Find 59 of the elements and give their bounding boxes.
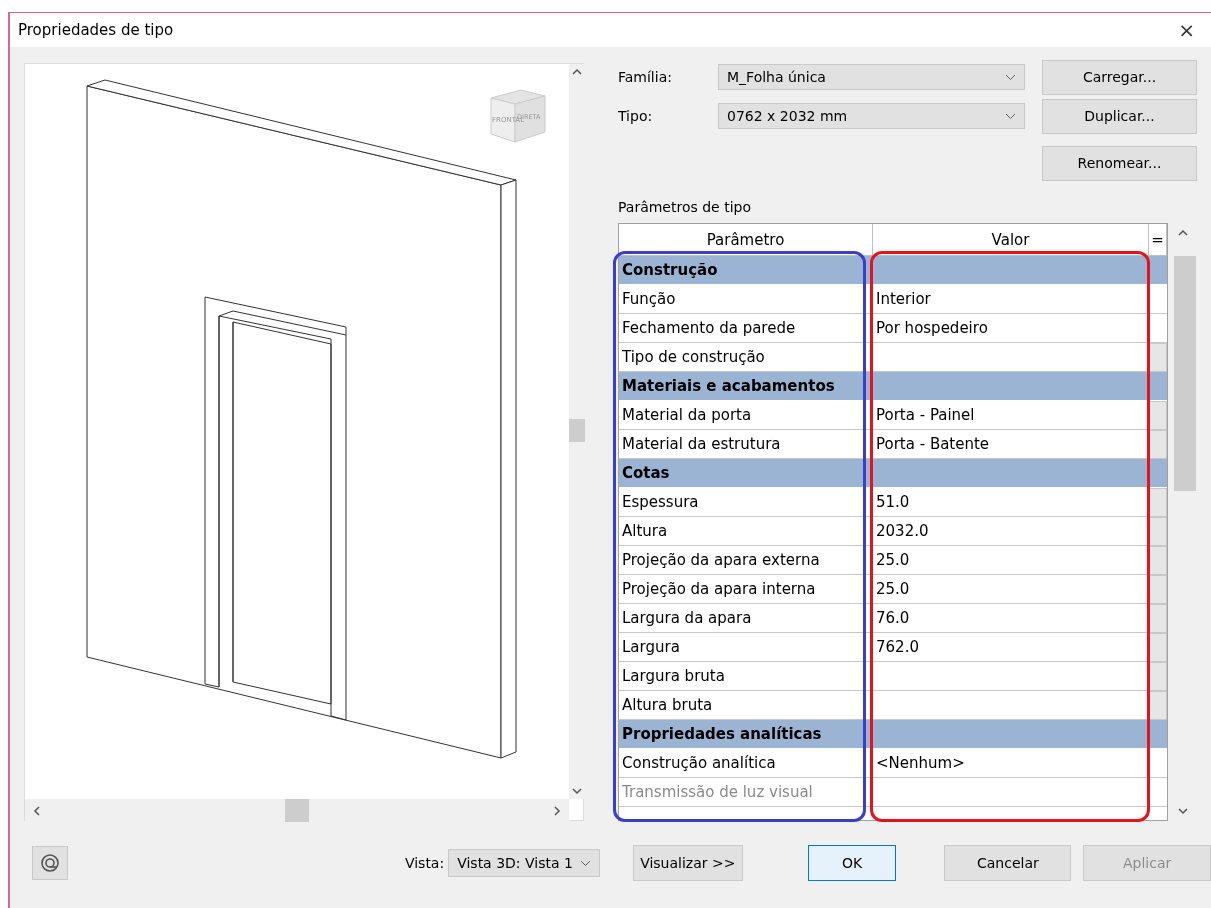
view-dropdown[interactable]: Vista 3D: Vista 1: [448, 849, 600, 877]
scroll-up-icon[interactable]: [572, 68, 582, 76]
parameter-name: Fechamento da parede: [619, 314, 873, 343]
chevron-down-icon: [1005, 112, 1016, 120]
group-row[interactable]: Propriedades analíticas: [619, 720, 1167, 749]
parameter-value[interactable]: 25.0: [873, 575, 1149, 604]
duplicate-button[interactable]: Duplicar...: [1042, 98, 1197, 134]
section-title: Parâmetros de tipo: [618, 199, 752, 215]
parameter-name: Transmissão de luz visual: [619, 778, 873, 807]
scroll-left-icon[interactable]: [33, 805, 41, 816]
rename-button[interactable]: Renomear...: [1042, 145, 1197, 181]
parameter-value[interactable]: 762.0: [873, 633, 1149, 662]
group-row[interactable]: Construção: [619, 256, 1167, 285]
chevron-down-icon: [1005, 73, 1016, 81]
group-row[interactable]: Materiais e acabamentos: [619, 372, 1167, 401]
horizontal-scrollbar[interactable]: [25, 799, 569, 822]
group-row[interactable]: Cotas: [619, 459, 1167, 488]
parameter-name: Altura: [619, 517, 873, 546]
preview-toggle-button[interactable]: [32, 846, 68, 880]
eye-lens-icon: [39, 853, 60, 873]
column-header[interactable]: =: [1149, 224, 1167, 256]
parameter-value[interactable]: 76.0: [873, 604, 1149, 633]
type-label: Tipo:: [618, 108, 654, 124]
parameter-value[interactable]: Interior: [873, 285, 1149, 314]
scroll-right-icon[interactable]: [553, 805, 561, 816]
scroll-thumb[interactable]: [569, 419, 585, 442]
parameter-name: Largura: [619, 633, 873, 662]
parameter-value[interactable]: Porta - Painel: [873, 401, 1149, 430]
parameter-value[interactable]: 2032.0: [873, 517, 1149, 546]
vertical-scrollbar[interactable]: [569, 64, 585, 799]
window-title: Propriedades de tipo: [18, 21, 174, 39]
family-dropdown[interactable]: M_Folha única: [718, 64, 1025, 90]
parameter-name: Material da porta: [619, 401, 873, 430]
family-label: Família:: [618, 69, 673, 85]
parameter-name: Largura da apara: [619, 604, 873, 633]
view-label: Vista:: [404, 855, 445, 871]
parameter-value[interactable]: <Nenhum>: [873, 749, 1149, 778]
close-button[interactable]: ×: [1174, 18, 1199, 42]
dialog-button[interactable]: Visualizar >>: [632, 845, 743, 881]
dialog-button[interactable]: OK: [807, 845, 897, 881]
parameter-name: Função: [619, 285, 873, 314]
column-header[interactable]: Parâmetro: [619, 224, 873, 256]
parameter-value[interactable]: Por hospedeiro: [873, 314, 1149, 343]
load-button[interactable]: Carregar...: [1042, 59, 1197, 95]
scroll-up-icon[interactable]: [1177, 229, 1188, 237]
scroll-down-icon[interactable]: [1177, 807, 1188, 815]
chevron-down-icon: [579, 859, 591, 867]
dialog-button[interactable]: Cancelar: [944, 845, 1072, 881]
parameter-name: Projeção da apara externa: [619, 546, 873, 575]
parameter-name: Projeção da apara interna: [619, 575, 873, 604]
parameter-name: Construção analítica: [619, 749, 873, 778]
parameter-value[interactable]: 25.0: [873, 546, 1149, 575]
scroll-thumb[interactable]: [1174, 256, 1196, 491]
parameter-name: Espessura: [619, 488, 873, 517]
scroll-down-icon[interactable]: [572, 787, 582, 795]
type-dropdown[interactable]: 0762 x 2032 mm: [718, 103, 1025, 129]
parameter-name: Largura bruta: [619, 662, 873, 691]
scroll-thumb[interactable]: [285, 799, 309, 822]
parameter-value[interactable]: 51.0: [873, 488, 1149, 517]
